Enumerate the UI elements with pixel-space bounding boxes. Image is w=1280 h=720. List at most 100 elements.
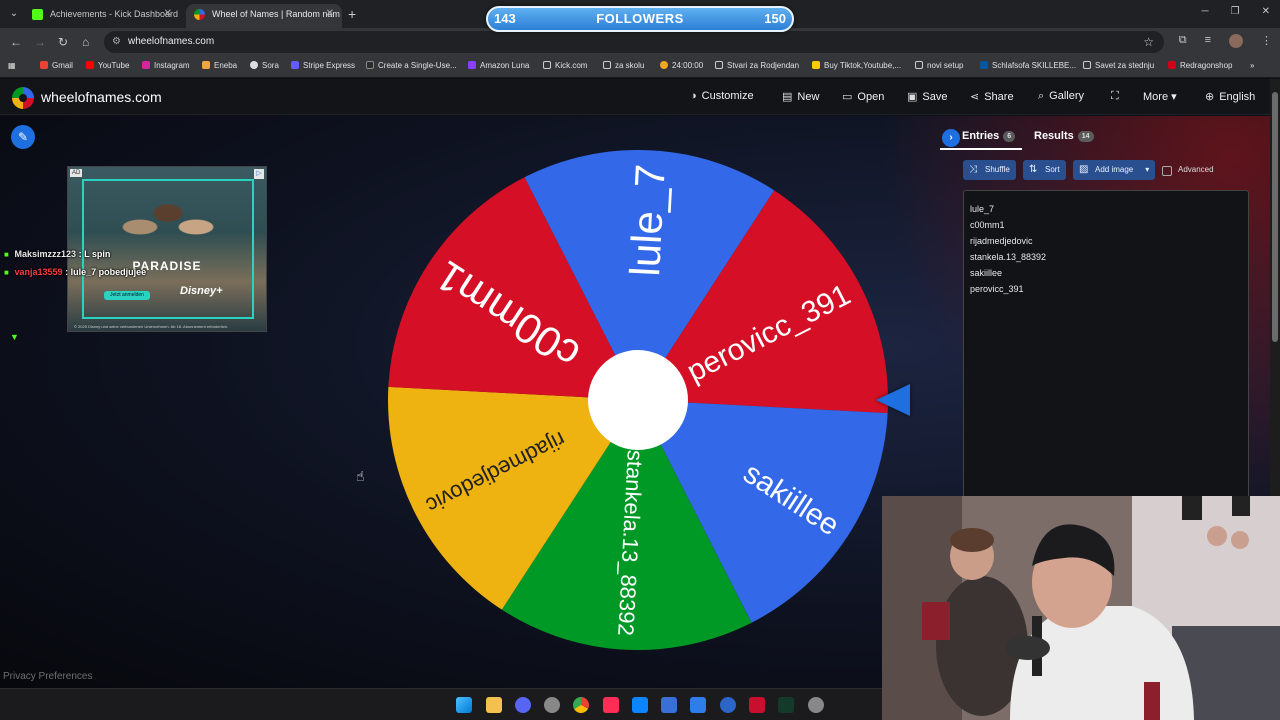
tab-entries[interactable]: › Entries 6: [940, 124, 1022, 150]
name-wheel[interactable]: lule_7perovicc_391sakiilleestankela.13_8…: [386, 148, 890, 652]
ad-choices-icon[interactable]: ▷: [254, 169, 264, 179]
bookmark-novi-setup[interactable]: novi setup: [915, 61, 963, 70]
screen: ⌄ Achievements - Kick Dashboard ✕ Wheel …: [0, 0, 1280, 720]
new-button[interactable]: ▤ New: [782, 90, 819, 103]
advanced-label: Advanced: [1178, 165, 1214, 174]
clock-icon: [660, 61, 668, 69]
folder-icon: [603, 61, 611, 69]
bookmark-amazon-luna[interactable]: Amazon Luna: [468, 61, 529, 70]
extensions-icon[interactable]: ⧉: [1179, 34, 1187, 48]
defender-icon[interactable]: [661, 697, 677, 713]
ad-cta-button[interactable]: Jetzt anmelden: [104, 291, 150, 300]
app-icon[interactable]: [749, 697, 765, 713]
sort-button[interactable]: ⇅ Sort: [1023, 160, 1066, 180]
privacy-preferences-link[interactable]: Privacy Preferences: [3, 671, 92, 682]
bookmark-gmail[interactable]: Gmail: [40, 61, 73, 70]
window-controls: ─ ❐ ✕: [1202, 6, 1270, 17]
app-icon[interactable]: [778, 697, 794, 713]
bookmark-instagram[interactable]: Instagram: [142, 61, 190, 70]
tab-results[interactable]: Results 14: [1034, 124, 1094, 148]
home-icon[interactable]: ⌂: [82, 35, 89, 49]
followers-current: 143: [494, 11, 516, 26]
collapse-panel-icon[interactable]: ›: [942, 129, 960, 147]
tab-kick-dashboard[interactable]: Achievements - Kick Dashboard ✕: [24, 4, 180, 28]
bookmark-star-icon[interactable]: ☆: [1143, 31, 1154, 53]
more-button[interactable]: More ▾: [1143, 90, 1177, 103]
eneba-icon: [202, 61, 210, 69]
close-window-icon[interactable]: ✕: [1262, 6, 1270, 17]
advanced-checkbox[interactable]: [1162, 166, 1172, 176]
bookmark-youtube[interactable]: YouTube: [86, 61, 129, 70]
close-tab-icon[interactable]: ✕: [164, 4, 172, 24]
bookmark-za-skolu[interactable]: za skolu: [603, 61, 644, 70]
reload-icon[interactable]: ↻: [58, 35, 68, 49]
site-title[interactable]: wheelofnames.com: [41, 89, 162, 105]
globe-icon: ⊕: [1205, 91, 1215, 103]
page-scrollbar-thumb[interactable]: [1272, 92, 1278, 342]
folder-icon: [543, 61, 551, 69]
bookmarks-bar: ▦ Gmail YouTube Instagram Eneba Sora Str…: [0, 56, 1280, 78]
customize-button[interactable]: ◑ Customize: [690, 90, 754, 102]
luna-icon: [468, 61, 476, 69]
app-icon[interactable]: [720, 697, 736, 713]
entries-textarea[interactable]: lule_7 c00mm1 rijadmedjedovic stankela.1…: [963, 190, 1249, 500]
site-info-icon[interactable]: ⚙: [112, 31, 121, 53]
new-tab-icon[interactable]: +: [348, 6, 356, 22]
bookmark-stripe[interactable]: Stripe Express: [291, 61, 355, 70]
folder-icon: [1083, 61, 1091, 69]
edge-icon[interactable]: [690, 697, 706, 713]
sort-icon: ⇅: [1029, 164, 1038, 175]
language-button[interactable]: ⊕ English: [1205, 90, 1255, 103]
page-icon: [366, 61, 374, 69]
bookmark-timer[interactable]: 24:00:00: [660, 61, 703, 70]
followers-goal: 150: [764, 11, 786, 26]
tab-wheel-of-names[interactable]: Wheel of Names | Random nam ✕: [186, 4, 342, 28]
webcam-overlay: [882, 496, 1280, 720]
wheel-logo-icon[interactable]: [12, 87, 34, 109]
restore-icon[interactable]: ❐: [1231, 6, 1240, 17]
chat-filter-icon: ▼: [10, 332, 19, 342]
tab-search-icon[interactable]: ⌄: [6, 6, 22, 22]
bookmark-savet[interactable]: Savet za stednju: [1083, 61, 1154, 70]
chrome-icon[interactable]: [573, 697, 589, 713]
back-icon[interactable]: ←: [10, 35, 22, 49]
bookmark-kick[interactable]: Kick.com: [543, 61, 587, 70]
site-header: wheelofnames.com ◑ Customize ▤ New ▭ Open ▣…: [0, 79, 1270, 115]
shuffle-button[interactable]: ⤨ Shuffle: [963, 160, 1016, 180]
os-taskbar: [0, 688, 882, 720]
settings-icon[interactable]: [808, 697, 824, 713]
close-tab-icon[interactable]: ✕: [326, 4, 334, 24]
apps-icon[interactable]: ▦: [8, 61, 16, 70]
tiktok-icon[interactable]: [603, 697, 619, 713]
add-image-button[interactable]: ▨ Add image ▾: [1073, 160, 1156, 180]
edit-pencil-icon[interactable]: ✎: [11, 125, 35, 149]
bookmark-schlafsofa[interactable]: Schlafsofa SKILLEBE...: [980, 61, 1076, 70]
reading-list-icon[interactable]: ≡: [1205, 34, 1211, 48]
ad-brand-logo: Disney+: [180, 285, 223, 297]
profile-avatar[interactable]: [1229, 34, 1243, 48]
app-icon[interactable]: [544, 697, 560, 713]
calculator-icon[interactable]: [632, 697, 648, 713]
bookmark-rodjendan[interactable]: Stvari za Rodjendan: [715, 61, 799, 70]
wheel-center-hub[interactable]: [588, 350, 688, 450]
minimize-icon[interactable]: ─: [1202, 6, 1209, 17]
start-icon[interactable]: [456, 697, 472, 713]
discord-icon[interactable]: [515, 697, 531, 713]
fullscreen-icon[interactable]: ⛶: [1111, 90, 1119, 103]
forward-icon[interactable]: →: [34, 35, 46, 49]
file-explorer-icon[interactable]: [486, 697, 502, 713]
kick-favicon-icon: [32, 9, 43, 20]
gallery-button[interactable]: ⌕ Gallery: [1038, 90, 1084, 103]
open-button[interactable]: ▭ Open: [842, 90, 884, 103]
bookmark-sora[interactable]: Sora: [250, 61, 279, 70]
share-button[interactable]: ⋖ Share: [970, 90, 1014, 103]
bookmark-eneba[interactable]: Eneba: [202, 61, 237, 70]
bookmark-redragon[interactable]: Redragonshop: [1168, 61, 1232, 70]
browser-menu-icon[interactable]: ⋮: [1261, 34, 1272, 48]
save-button[interactable]: ▣ Save: [907, 90, 947, 103]
caret-down-icon: ▾: [1171, 91, 1177, 103]
address-bar[interactable]: ⚙ wheelofnames.com ☆: [104, 31, 1164, 53]
bookmarks-overflow-icon[interactable]: »: [1250, 61, 1254, 70]
bookmark-single-use[interactable]: Create a Single-Use...: [366, 61, 457, 70]
bookmark-buy-tiktok[interactable]: Buy Tiktok,Youtube,...: [812, 61, 901, 70]
